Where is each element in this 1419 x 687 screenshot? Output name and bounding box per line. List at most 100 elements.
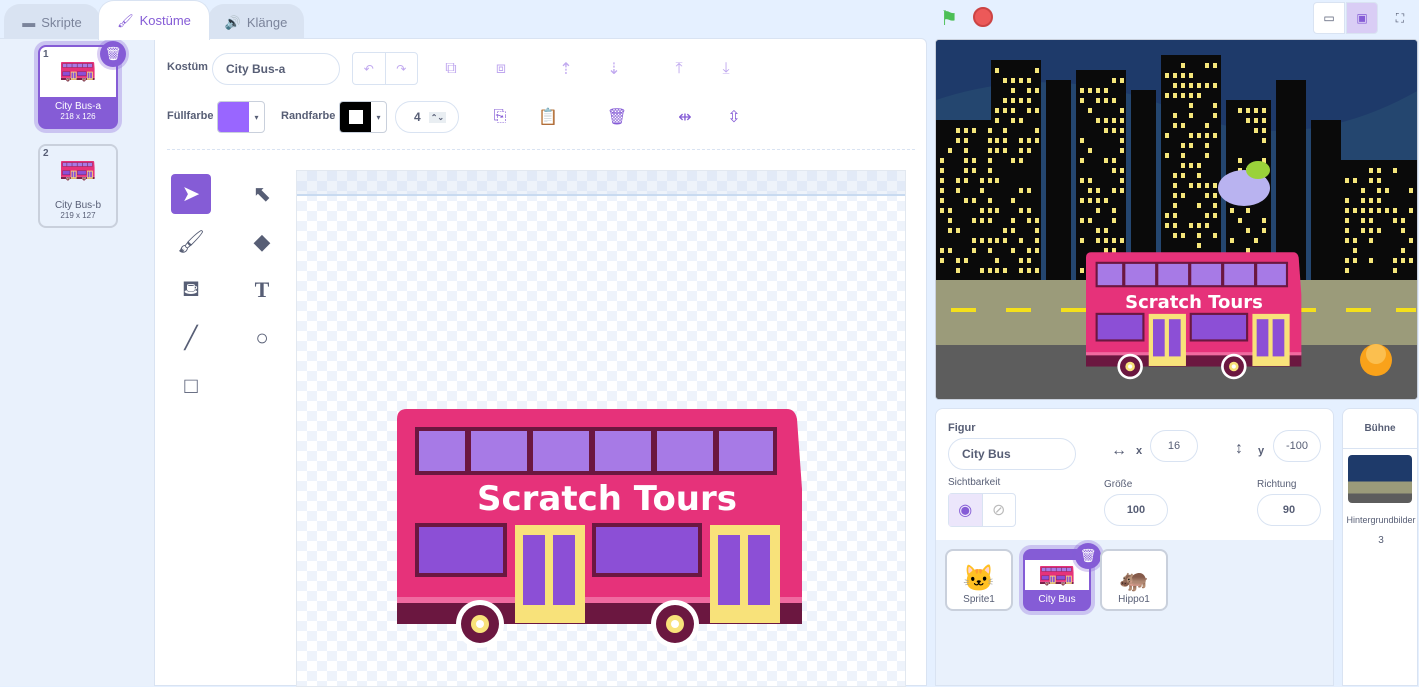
- tab-costumes[interactable]: 🖌 Kostüme: [98, 0, 210, 40]
- outline-width-input[interactable]: 4 ⌃⌄: [395, 101, 459, 133]
- rectangle-tool[interactable]: □: [171, 366, 211, 406]
- flip-horizontal-icon: ⇹: [678, 109, 692, 126]
- green-flag-icon[interactable]: ⚑: [940, 6, 958, 31]
- undo-redo-group: ↶ ↷: [352, 52, 418, 85]
- stage[interactable]: Scratch Tours: [935, 39, 1418, 400]
- flip-vertical-icon: ⇳: [727, 109, 741, 126]
- stage-backdrop: Scratch Tours: [936, 40, 1417, 399]
- trash-icon: 🗑: [1079, 548, 1097, 563]
- flip-horizontal-button[interactable]: ⇹: [673, 105, 697, 129]
- fill-swatch: [218, 102, 249, 132]
- delete-costume-button[interactable]: 🗑: [100, 41, 126, 67]
- fullscreen-icon: ⛶: [1395, 10, 1405, 25]
- brush-icon: 🖌: [117, 12, 134, 28]
- eye-slash-icon: ⊘: [992, 502, 1006, 519]
- backward-icon: ⇣: [607, 61, 621, 78]
- direction-input[interactable]: 90: [1257, 494, 1321, 526]
- y-input[interactable]: -100: [1273, 430, 1321, 462]
- divider: [167, 149, 915, 150]
- back-icon: ⤓: [722, 60, 730, 77]
- fill-tool[interactable]: ⛾: [171, 270, 211, 310]
- brush-tool[interactable]: 🖌: [171, 222, 211, 262]
- show-button[interactable]: ◉: [949, 494, 982, 526]
- delete-button[interactable]: 🗑: [605, 105, 629, 129]
- drawing-canvas[interactable]: Scratch Tours: [296, 170, 906, 687]
- small-stage-button[interactable]: ▭: [1313, 2, 1345, 34]
- select-tool[interactable]: ➤: [171, 174, 211, 214]
- sprite-info-panel: Figur City Bus ↔ x 16 ↕ y -100 Sichtbark…: [935, 408, 1334, 541]
- costume-tile[interactable]: 1 City Bus-a 218 x 126 🗑: [38, 41, 126, 129]
- reshape-icon: ⬉: [252, 181, 272, 206]
- hide-button[interactable]: ⊘: [981, 494, 1016, 526]
- chevron-down-icon: ▾: [376, 112, 381, 122]
- redo-button[interactable]: ↷: [386, 53, 418, 84]
- tab-scripts[interactable]: ▬ Skripte: [4, 4, 100, 40]
- stepper-icon[interactable]: ⌃⌄: [428, 111, 447, 123]
- horizontal-arrows-icon: ↔: [1111, 442, 1127, 459]
- sprite-name-input[interactable]: City Bus: [948, 438, 1076, 470]
- delete-sprite-button[interactable]: 🗑: [1075, 543, 1101, 569]
- chevron-down-icon: ▾: [254, 112, 259, 122]
- front-icon: ⤒: [675, 60, 683, 77]
- flip-vertical-button[interactable]: ⇳: [722, 105, 746, 129]
- ungroup-button[interactable]: ⧈: [489, 57, 513, 81]
- costume-name-input[interactable]: City Bus-a: [212, 53, 340, 85]
- normal-stage-icon: ▣: [1356, 11, 1368, 25]
- cat-thumbnail: 🐱: [962, 563, 996, 593]
- sprite-tile[interactable]: 🐱 Sprite1: [945, 549, 1013, 611]
- sprite-tile[interactable]: City Bus 🗑: [1023, 543, 1101, 611]
- redo-icon: ↷: [396, 61, 407, 76]
- circle-icon: ○: [255, 325, 269, 350]
- ungroup-icon: ⧈: [495, 60, 507, 77]
- sprite-list: 🐱 Sprite1 City Bus 🗑 🦛 Hippo1: [935, 540, 1334, 686]
- code-icon: ▬: [22, 15, 36, 30]
- line-icon: ╱: [184, 325, 198, 350]
- eraser-tool[interactable]: ◆: [242, 222, 282, 262]
- undo-icon: ↶: [363, 61, 374, 76]
- outline-swatch: [340, 102, 371, 132]
- hippo-thumbnail: 🦛: [1119, 566, 1149, 593]
- costume-list: 1 City Bus-a 218 x 126 🗑 2 City Bus-b 21…: [0, 38, 154, 686]
- normal-stage-button[interactable]: ▣: [1346, 2, 1378, 34]
- small-stage-icon: ▭: [1323, 11, 1335, 25]
- front-button[interactable]: ⤒: [667, 57, 691, 81]
- trash-icon: 🗑: [104, 46, 122, 61]
- fill-color-picker[interactable]: ▾: [217, 101, 265, 133]
- stop-icon[interactable]: [973, 7, 993, 27]
- fullscreen-button[interactable]: ⛶: [1384, 2, 1416, 34]
- stage-bus-text: Scratch Tours: [1125, 292, 1263, 313]
- costume-tile[interactable]: 2 City Bus-b 219 x 127: [38, 144, 118, 228]
- sprite-tile[interactable]: 🦛 Hippo1: [1100, 549, 1168, 611]
- visibility-toggle: ◉ ⊘: [948, 493, 1016, 527]
- eye-icon: ◉: [958, 502, 973, 519]
- forward-icon: ⇡: [559, 61, 573, 78]
- paste-icon: 📋: [538, 109, 558, 126]
- circle-tool[interactable]: ○: [242, 318, 282, 358]
- text-icon: T: [254, 277, 270, 302]
- vertical-arrows-icon: ↕: [1235, 440, 1243, 457]
- group-icon: ⧉: [445, 60, 457, 77]
- line-tool[interactable]: ╱: [171, 318, 211, 358]
- reshape-tool[interactable]: ⬉: [242, 174, 282, 214]
- text-tool[interactable]: T: [242, 270, 282, 310]
- paint-bucket-icon: ⛾: [182, 275, 200, 301]
- backward-button[interactable]: ⇣: [602, 57, 626, 81]
- size-input[interactable]: 100: [1104, 494, 1168, 526]
- copy-icon: ⎘: [493, 108, 507, 125]
- rectangle-icon: □: [184, 373, 198, 398]
- group-button[interactable]: ⧉: [439, 57, 463, 81]
- eraser-icon: ◆: [253, 229, 271, 254]
- outline-color-picker[interactable]: ▾: [339, 101, 387, 133]
- forward-button[interactable]: ⇡: [554, 57, 578, 81]
- trash-icon: 🗑: [606, 109, 628, 126]
- tab-sounds[interactable]: 🔊 Klänge: [208, 4, 304, 40]
- stage-pane[interactable]: Bühne Hintergrundbilder 3: [1342, 408, 1418, 686]
- bus-text: Scratch Tours: [476, 479, 738, 519]
- costume-thumbnail: [40, 146, 116, 196]
- x-input[interactable]: 16: [1150, 430, 1198, 462]
- paste-button[interactable]: 📋: [536, 105, 560, 129]
- bus-costume[interactable]: [397, 409, 807, 649]
- copy-button[interactable]: ⎘: [488, 105, 512, 129]
- back-button[interactable]: ⤓: [714, 57, 738, 81]
- undo-button[interactable]: ↶: [353, 53, 386, 84]
